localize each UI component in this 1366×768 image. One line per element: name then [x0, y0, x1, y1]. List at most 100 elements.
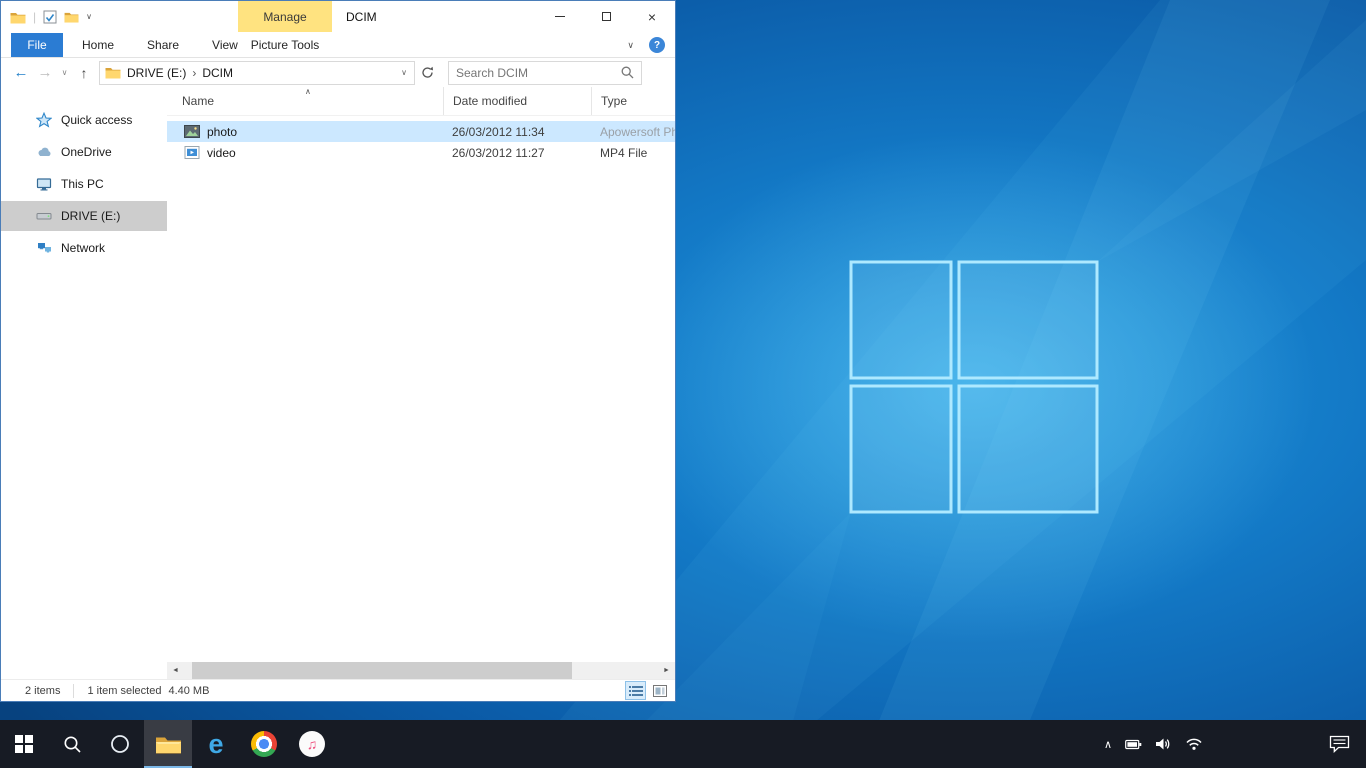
ribbon-tab-row: File Home Share View Picture Tools ∨ ?	[1, 33, 675, 58]
file-date-modified: 26/03/2012 11:34	[443, 125, 591, 139]
file-type: Apowersoft Pho	[591, 125, 675, 139]
scroll-right-arrow[interactable]: ►	[658, 662, 675, 679]
taskbar-chrome-button[interactable]	[240, 720, 288, 768]
tab-home[interactable]: Home	[68, 33, 128, 57]
expand-ribbon-chevron-icon[interactable]: ∨	[627, 40, 634, 51]
search-icon[interactable]	[621, 66, 634, 79]
details-view-button[interactable]	[625, 681, 646, 700]
help-button[interactable]: ?	[649, 37, 665, 53]
sidebar-item-network[interactable]: Network	[1, 233, 167, 263]
breadcrumb-dcim[interactable]: DCIM	[201, 66, 234, 80]
navigation-pane: Quick access OneDrive This PC DRIVE (E:)…	[1, 87, 167, 679]
sort-ascending-icon: ∧	[305, 87, 311, 96]
refresh-button[interactable]	[415, 61, 439, 85]
windows-logo-icon	[15, 735, 33, 753]
minimize-button[interactable]	[537, 1, 583, 32]
column-headers: ∧ Name Date modified Type	[167, 87, 675, 116]
column-header-type[interactable]: Type	[591, 87, 675, 115]
maximize-icon	[602, 12, 611, 21]
file-name: photo	[207, 125, 237, 139]
recent-locations-chevron-icon[interactable]: ∨	[57, 61, 72, 85]
file-list-pane[interactable]: ∧ Name Date modified Type photo 26/03/20…	[167, 87, 675, 679]
tab-picture-tools[interactable]: Picture Tools	[238, 33, 332, 57]
view-toggles	[625, 681, 670, 700]
search-button[interactable]	[48, 720, 96, 768]
scrollbar-track[interactable]	[184, 662, 658, 679]
scroll-left-arrow[interactable]: ◄	[167, 662, 184, 679]
customize-qat-chevron-icon[interactable]: ∨	[86, 13, 92, 21]
tab-share[interactable]: Share	[133, 33, 193, 57]
sidebar-item-label: Network	[61, 241, 105, 255]
file-explorer-window: | ∨ Manage DCIM × File Home Share View P…	[0, 0, 676, 702]
file-row-video[interactable]: video 26/03/2012 11:27 MP4 File	[167, 142, 675, 163]
cortana-button[interactable]	[96, 720, 144, 768]
file-type: MP4 File	[591, 146, 675, 160]
taskbar-edge-button[interactable]: e	[192, 720, 240, 768]
search-box	[448, 61, 642, 85]
thumbnail-view-button[interactable]	[649, 681, 670, 700]
sidebar-item-label: DRIVE (E:)	[61, 209, 120, 223]
items-count: 2 items	[11, 684, 74, 698]
file-explorer-icon	[155, 734, 182, 755]
sidebar-item-label: This PC	[61, 177, 104, 191]
action-center-icon[interactable]	[1329, 735, 1350, 753]
sidebar-item-this-pc[interactable]: This PC	[1, 169, 167, 199]
battery-icon[interactable]	[1125, 739, 1142, 750]
horizontal-scrollbar[interactable]: ◄ ►	[167, 662, 675, 679]
network-icon	[36, 240, 52, 256]
back-button[interactable]: ←	[9, 61, 33, 85]
wifi-icon[interactable]	[1185, 737, 1203, 751]
sidebar-item-drive-e[interactable]: DRIVE (E:)	[1, 201, 167, 231]
photo-file-icon	[184, 125, 200, 138]
cortana-icon	[110, 734, 130, 754]
cloud-icon	[36, 144, 52, 160]
breadcrumb-drive[interactable]: DRIVE (E:)	[126, 66, 187, 80]
sidebar-item-quick-access[interactable]: Quick access	[1, 105, 167, 135]
itunes-icon: ♫	[299, 731, 325, 757]
selection-size: 4.40 MB	[168, 685, 209, 697]
column-header-date-modified[interactable]: Date modified	[443, 87, 591, 115]
address-bar[interactable]: DRIVE (E:) › DCIM ∨	[99, 61, 415, 85]
title-bar[interactable]: | ∨ Manage DCIM ×	[1, 1, 675, 33]
window-controls: ×	[537, 1, 675, 32]
sidebar-item-onedrive[interactable]: OneDrive	[1, 137, 167, 167]
file-date-modified: 26/03/2012 11:27	[443, 146, 591, 160]
taskbar-itunes-button[interactable]: ♫	[288, 720, 336, 768]
computer-icon	[36, 176, 52, 192]
refresh-icon	[421, 66, 434, 79]
new-folder-icon[interactable]	[64, 11, 79, 23]
window-title: DCIM	[346, 1, 377, 33]
file-rows[interactable]: photo 26/03/2012 11:34 Apowersoft Pho vi…	[167, 116, 675, 662]
up-button[interactable]: ↑	[72, 61, 96, 85]
sidebar-item-label: Quick access	[61, 113, 132, 127]
file-name: video	[207, 146, 236, 160]
status-bar: 2 items 1 item selected 4.40 MB	[1, 679, 675, 701]
manage-contextual-group: Manage	[238, 1, 332, 32]
volume-icon[interactable]	[1155, 737, 1172, 751]
forward-button[interactable]: →	[33, 61, 57, 85]
details-view-icon	[629, 685, 643, 697]
properties-icon[interactable]	[43, 10, 57, 24]
show-hidden-icons-chevron-icon[interactable]: ∧	[1104, 738, 1112, 751]
scrollbar-thumb[interactable]	[192, 662, 572, 679]
thumbnail-view-icon	[653, 685, 667, 697]
file-row-photo[interactable]: photo 26/03/2012 11:34 Apowersoft Pho	[167, 121, 675, 142]
taskbar: e ♫ ∧	[0, 720, 1366, 768]
qat-separator: |	[33, 10, 36, 24]
drive-icon	[36, 208, 52, 224]
file-menu-button[interactable]: File	[11, 33, 63, 57]
taskbar-file-explorer-button[interactable]	[144, 720, 192, 768]
navigation-bar: ← → ∨ ↑ DRIVE (E:) › DCIM ∨	[1, 58, 675, 87]
address-dropdown-chevron-icon[interactable]: ∨	[401, 68, 409, 77]
video-file-icon	[184, 146, 200, 159]
edge-icon: e	[208, 731, 223, 758]
address-folder-icon	[105, 66, 121, 79]
quick-access-toolbar: | ∨	[1, 1, 92, 33]
search-input[interactable]	[456, 66, 621, 80]
maximize-button[interactable]	[583, 1, 629, 32]
start-button[interactable]	[0, 720, 48, 768]
star-icon	[36, 112, 52, 128]
selection-count: 1 item selected	[87, 685, 161, 697]
close-button[interactable]: ×	[629, 1, 675, 32]
system-tray: ∧	[1104, 720, 1366, 768]
